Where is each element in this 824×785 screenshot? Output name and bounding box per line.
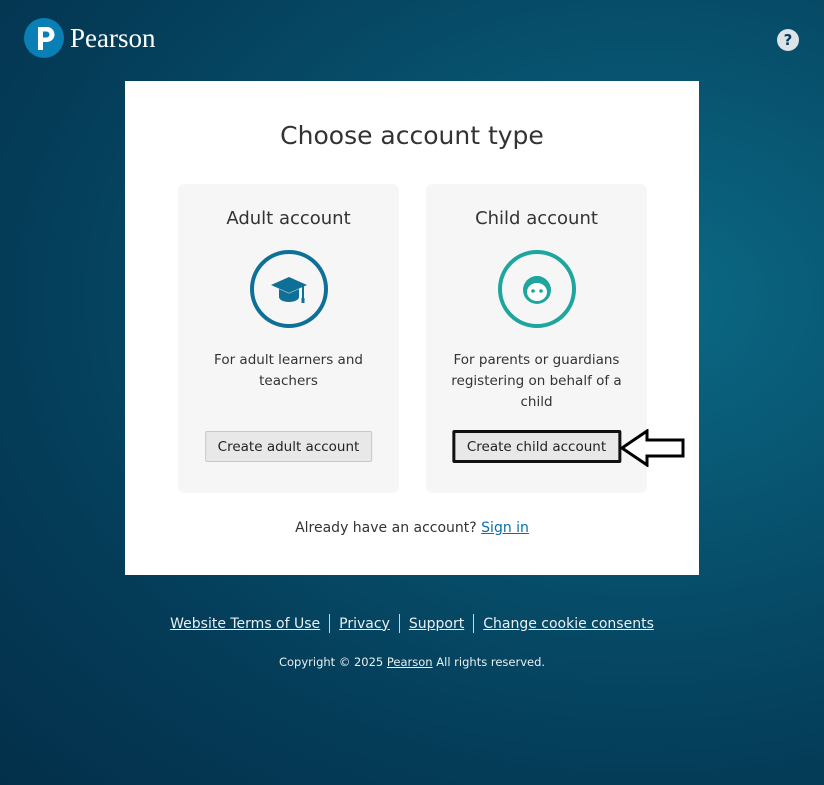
- adult-account-panel: Adult account For adult learners and tea…: [178, 184, 399, 493]
- signin-prompt: Already have an account? Sign in: [125, 520, 699, 536]
- child-account-description: For parents or guardians registering on …: [451, 352, 622, 410]
- footer-link-terms[interactable]: Website Terms of Use: [161, 616, 329, 632]
- child-face-icon: [497, 250, 576, 328]
- child-account-panel: Child account For parents or guardians r…: [426, 184, 647, 493]
- pointer-arrow-icon: [620, 429, 685, 467]
- child-account-title: Child account: [475, 208, 598, 229]
- signin-prompt-text: Already have an account?: [295, 520, 477, 536]
- create-child-account-button[interactable]: Create child account: [451, 430, 622, 463]
- footer-links: Website Terms of Use Privacy Support Cha…: [0, 614, 824, 633]
- pearson-logo-icon: [24, 18, 64, 58]
- brand-name: Pearson: [70, 22, 156, 53]
- footer-link-support[interactable]: Support: [400, 616, 473, 632]
- graduation-cap-icon: [249, 250, 328, 328]
- signin-link[interactable]: Sign in: [481, 520, 529, 536]
- footer-link-cookies[interactable]: Change cookie consents: [474, 616, 663, 632]
- adult-account-description: For adult learners and teachers: [214, 352, 363, 389]
- copyright: Copyright © 2025 Pearson All rights rese…: [0, 655, 824, 669]
- pearson-logo[interactable]: Pearson: [24, 18, 155, 58]
- footer-link-privacy[interactable]: Privacy: [330, 616, 399, 632]
- create-adult-account-button[interactable]: Create adult account: [204, 431, 373, 462]
- copyright-pearson-link[interactable]: Pearson: [387, 655, 433, 669]
- copyright-suffix: All rights reserved.: [436, 655, 546, 669]
- copyright-prefix: Copyright © 2025: [278, 655, 384, 669]
- page-title: Choose account type: [280, 121, 544, 150]
- adult-account-title: Adult account: [226, 208, 351, 229]
- help-icon[interactable]: ?: [777, 29, 799, 51]
